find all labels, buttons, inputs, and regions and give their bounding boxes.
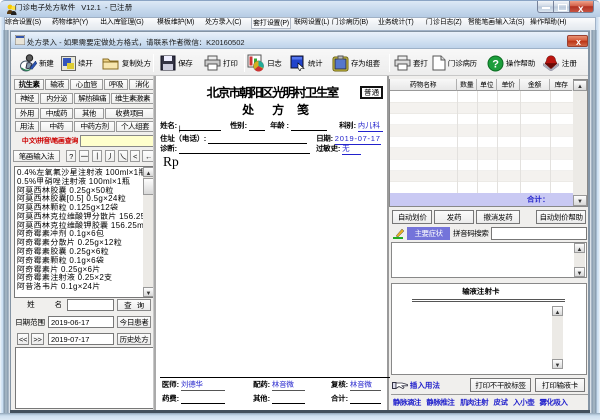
svg-text:?: ? (492, 58, 499, 70)
